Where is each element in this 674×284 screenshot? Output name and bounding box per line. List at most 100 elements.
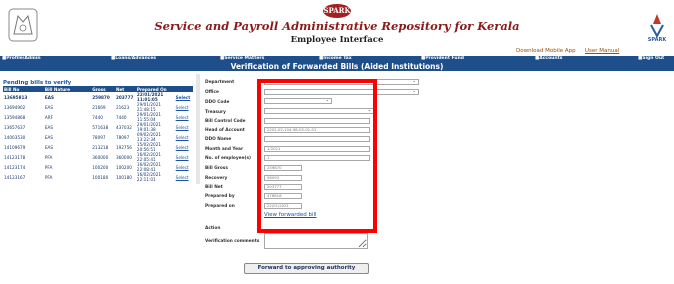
net-cell: 360000 <box>115 154 132 160</box>
table-row: 13594868 ARF 7440 7440 29/01/2021 11:55:04 Se… <box>3 112 193 122</box>
bill-no-cell: 13657637 <box>4 124 26 130</box>
table-row: 13694902 EAS 21669 21623 29/01/2021 21:48:15… <box>3 102 193 112</box>
prepared-on-cell: 29/01/2021 11:55:04 <box>136 112 162 122</box>
select-link[interactable]: Select <box>176 115 189 120</box>
recovery-label: Recovery <box>205 176 228 181</box>
bill-nature-cell: EAS <box>44 144 54 150</box>
net-cell: 7440 <box>115 114 127 120</box>
net-cell: 100180 <box>115 174 132 180</box>
net-cell: 78097 <box>115 134 130 140</box>
select-cell: Select <box>175 102 193 112</box>
select-cell: Select <box>175 92 193 102</box>
app-title: Service and Payroll Administrative Repos… <box>154 19 520 33</box>
net-cell: 437032 <box>115 124 132 130</box>
select-cell: Select <box>175 142 193 152</box>
table-row: 13657637 EAS 571638 437032 29/01/2021 19:01:… <box>3 122 193 132</box>
gross-cell: 78097 <box>92 134 106 140</box>
gross-cell: 21669 <box>92 104 106 110</box>
chevron-down-icon: ⌄ <box>412 79 416 83</box>
bill-control-code-label: Bill Control Code <box>205 119 246 124</box>
prepared-on-cell: 16/02/2021 22:05:41 <box>136 152 162 162</box>
download-app-link[interactable]: Download Mobile App <box>516 48 576 54</box>
table-row: 14123178 PFA 360000 360000 16/02/2021 22:05:… <box>3 152 193 162</box>
gross-cell: 571638 <box>92 124 109 130</box>
app-subtitle: Employee Interface <box>290 35 384 45</box>
select-cell: Select <box>175 112 193 122</box>
select-link[interactable]: Select <box>176 145 189 150</box>
prepared-on-cell: 22/01/2021 11:01:05 <box>136 92 164 102</box>
office-label: Office <box>205 90 219 95</box>
page: SPARK Service and Payroll Administrative… <box>0 0 674 284</box>
bill-nature-cell: PFA <box>44 154 53 160</box>
pending-bills-table: Bill No Bill Nature Gross Net Prepared O… <box>3 86 193 182</box>
select-link[interactable]: Select <box>176 135 189 140</box>
table-row: 14123167 PFA 100180 100180 16/02/2021 22:11:… <box>3 172 193 182</box>
chevron-down-icon: ⌄ <box>412 89 416 93</box>
bill-no-cell: 13695813 <box>4 94 28 100</box>
ddo-name-label: DDO Name <box>205 137 232 142</box>
prepared-on-cell: 15/02/2021 20:56:51 <box>136 142 162 152</box>
department-label: Department <box>205 80 235 85</box>
bill-nature-cell: EAS <box>44 94 55 100</box>
gross-cell: 100180 <box>92 174 109 180</box>
verification-comments-textarea[interactable] <box>264 233 368 249</box>
forward-to-approving-authority-button[interactable]: Forward to approving authority <box>244 263 369 274</box>
net-cell: 192756 <box>115 144 132 150</box>
table-row: 14109679 EAS 213218 192756 15/02/2021 20:56:… <box>3 142 193 152</box>
no-of-employees-label: No. of employee(s) <box>205 156 252 161</box>
bill-nature-cell: EAS <box>44 124 54 130</box>
bill-gross-label: Bill Gross <box>205 166 228 171</box>
select-cell: Select <box>175 132 193 142</box>
user-manual-link[interactable]: User Manual <box>585 48 619 54</box>
month-year-label: Month and Year <box>205 147 244 152</box>
select-link[interactable]: Select <box>176 95 191 100</box>
table-row: 14123174 PFA 100200 100200 16/02/2021 22:08:… <box>3 162 193 172</box>
prepared-on-label: Prepared on <box>205 204 235 209</box>
bill-no-cell: 14109679 <box>4 144 26 150</box>
svg-text:SPARK: SPARK <box>648 37 668 42</box>
bill-no-cell: 13594868 <box>4 114 26 120</box>
highlight-box <box>257 79 377 233</box>
bill-nature-cell: PFA <box>44 164 53 170</box>
page-heading-bar: Verification of Forwarded Bills (Aided I… <box>0 62 674 71</box>
header: SPARK Service and Payroll Administrative… <box>0 0 674 58</box>
net-cell: 21623 <box>115 104 130 110</box>
gross-cell: 100200 <box>92 164 109 170</box>
select-cell: Select <box>175 172 193 182</box>
treasury-label: Treasury <box>205 110 226 115</box>
spark-brand-icon: SPARK <box>648 14 668 42</box>
bill-no-cell: 14123167 <box>4 174 26 180</box>
prepared-on-cell: 16/02/2021 22:11:01 <box>136 172 162 182</box>
prepared-on-cell: 29/01/2021 19:01:38 <box>136 122 162 132</box>
prepared-on-cell: 16/02/2021 22:08:41 <box>136 162 162 172</box>
bill-net-label: Bill Net <box>205 185 223 190</box>
select-cell: Select <box>175 162 193 172</box>
gross-cell: 360000 <box>92 154 109 160</box>
bill-nature-cell: EAS <box>44 134 54 140</box>
gross-cell: 213218 <box>92 144 109 150</box>
bill-no-cell: 14003530 <box>4 134 26 140</box>
panel-divider <box>196 74 200 184</box>
select-link[interactable]: Select <box>176 165 189 170</box>
table-row: 13695813 EAS 259870 203777 22/01/2021 11:01:… <box>3 92 193 102</box>
bill-no-cell: 13694902 <box>4 104 26 110</box>
select-link[interactable]: Select <box>176 175 189 180</box>
select-link[interactable]: Select <box>176 105 189 110</box>
net-cell: 100200 <box>115 164 132 170</box>
prepared-on-cell: 09/02/2021 13:22:34 <box>136 132 162 142</box>
gross-cell: 7440 <box>92 114 103 120</box>
net-cell: 203777 <box>115 94 134 100</box>
page-title: Verification of Forwarded Bills (Aided I… <box>230 62 444 71</box>
prepared-by-label: Prepared by <box>205 194 235 199</box>
head-of-account-label: Head of Account <box>205 128 245 133</box>
bill-nature-cell: PFA <box>44 174 53 180</box>
bill-nature-cell: EAS <box>44 104 54 110</box>
select-link[interactable]: Select <box>176 155 189 160</box>
action-label: Action <box>205 226 221 231</box>
select-link[interactable]: Select <box>176 125 189 130</box>
bill-nature-cell: ARF <box>44 114 54 120</box>
select-cell: Select <box>175 122 193 132</box>
bill-no-cell: 14123174 <box>4 164 26 170</box>
gross-cell: 259870 <box>92 94 110 100</box>
verification-comments-label: Verification comments <box>205 239 260 244</box>
